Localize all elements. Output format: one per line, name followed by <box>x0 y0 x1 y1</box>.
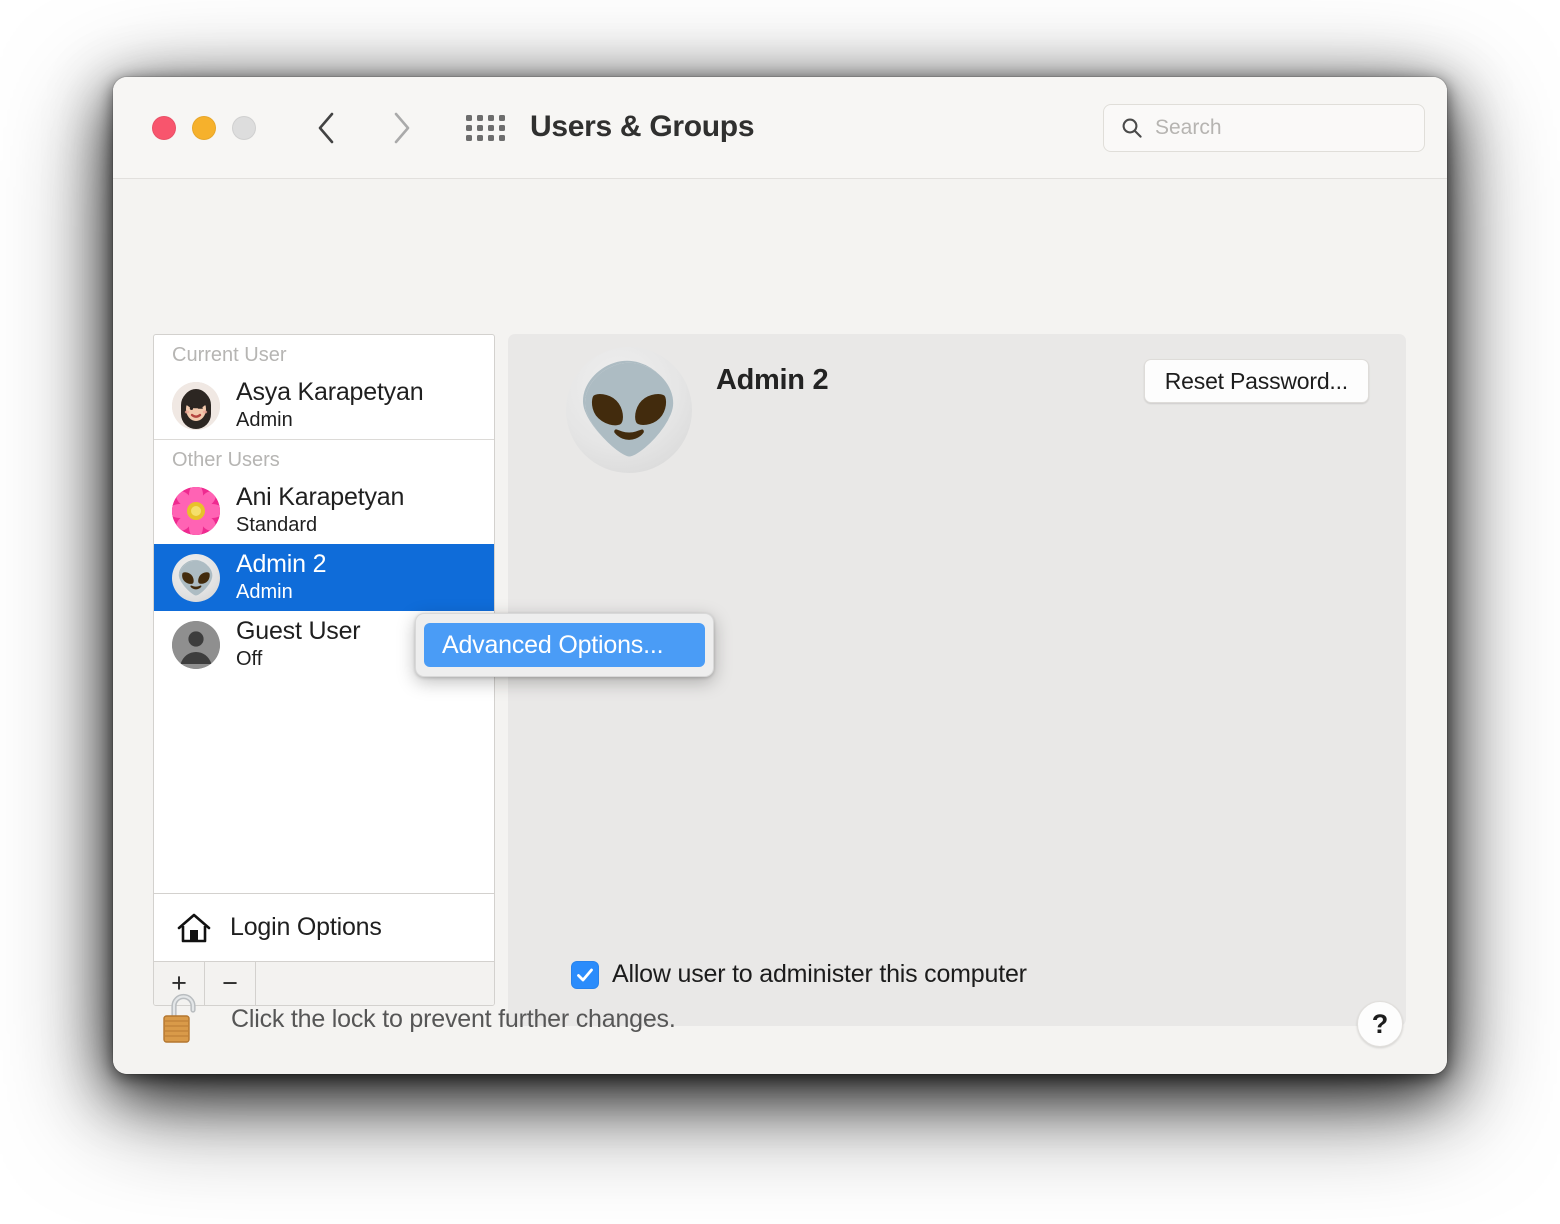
list-item-asya-karapetyan[interactable]: Asya Karapetyan Admin <box>154 372 494 439</box>
minimize-button[interactable] <box>192 116 216 140</box>
close-button[interactable] <box>152 116 176 140</box>
zoom-button[interactable] <box>232 116 256 140</box>
memoji-avatar <box>172 381 220 430</box>
administer-checkbox-row[interactable]: Allow user to administer this computer <box>571 960 1027 989</box>
user-full-name: Admin 2 <box>716 364 829 396</box>
page-title: Users & Groups <box>530 110 755 143</box>
user-info: Admin 2 Admin <box>236 550 327 604</box>
back-arrow-icon <box>318 112 334 144</box>
user-picture[interactable]: 👽 <box>566 347 692 473</box>
unlocked-padlock-icon[interactable] <box>153 991 213 1047</box>
lock-status-message: Click the lock to prevent further change… <box>231 1004 676 1033</box>
administer-checkbox-label: Allow user to administer this computer <box>612 960 1027 988</box>
back-button[interactable] <box>306 107 346 149</box>
window-titlebar: Users & Groups <box>113 77 1447 179</box>
alien-glyph: 👽 <box>176 559 216 596</box>
user-info: Asya Karapetyan Admin <box>236 378 424 432</box>
user-name: Admin 2 <box>236 550 327 578</box>
menu-item-advanced-options[interactable]: Advanced Options... <box>424 623 705 667</box>
window-content: Current User Asya Karapetyan Admin Other… <box>113 179 1447 1074</box>
user-role: Off <box>236 648 263 670</box>
user-info: Guest User Off <box>236 617 361 671</box>
checkmark-icon <box>577 968 593 981</box>
user-name: Ani Karapetyan <box>236 483 405 511</box>
search-field[interactable] <box>1103 104 1425 152</box>
search-icon <box>1121 117 1143 139</box>
alien-glyph: 👽 <box>575 362 683 458</box>
person-avatar <box>172 620 220 669</box>
list-item-admin-2[interactable]: 👽 Admin 2 Admin <box>154 544 494 611</box>
reset-password-button[interactable]: Reset Password... <box>1143 359 1369 403</box>
user-info: Ani Karapetyan Standard <box>236 484 404 537</box>
section-header-other-users: Other Users <box>172 449 280 471</box>
search-input[interactable] <box>1155 116 1395 140</box>
context-menu: Advanced Options... <box>415 613 714 677</box>
user-role: Admin <box>236 409 293 431</box>
list-empty-space <box>154 678 494 893</box>
flower-avatar <box>172 486 220 535</box>
user-name: Guest User <box>236 617 361 645</box>
alien-avatar: 👽 <box>172 553 220 602</box>
section-header-current-user: Current User <box>172 344 287 366</box>
user-role: Standard <box>236 514 318 536</box>
user-name: Asya Karapetyan <box>236 378 424 406</box>
sidebar-item-login-options[interactable]: Login Options <box>154 894 494 961</box>
system-preferences-window: Users & Groups Current User <box>113 77 1447 1074</box>
list-item-ani-karapetyan[interactable]: Ani Karapetyan Standard <box>154 477 494 544</box>
user-role: Admin <box>236 581 293 603</box>
show-all-preferences-icon[interactable] <box>466 115 505 141</box>
help-button[interactable]: ? <box>1357 1001 1403 1047</box>
forward-arrow-icon <box>394 112 410 144</box>
lock-status-row[interactable]: Click the lock to prevent further change… <box>153 991 676 1047</box>
home-icon <box>176 912 212 944</box>
user-detail-panel: 👽 Admin 2 Reset Password... Allow user t… <box>508 334 1406 1026</box>
administer-checkbox[interactable] <box>571 960 599 989</box>
forward-button[interactable] <box>382 107 422 149</box>
login-options-label: Login Options <box>230 913 382 941</box>
